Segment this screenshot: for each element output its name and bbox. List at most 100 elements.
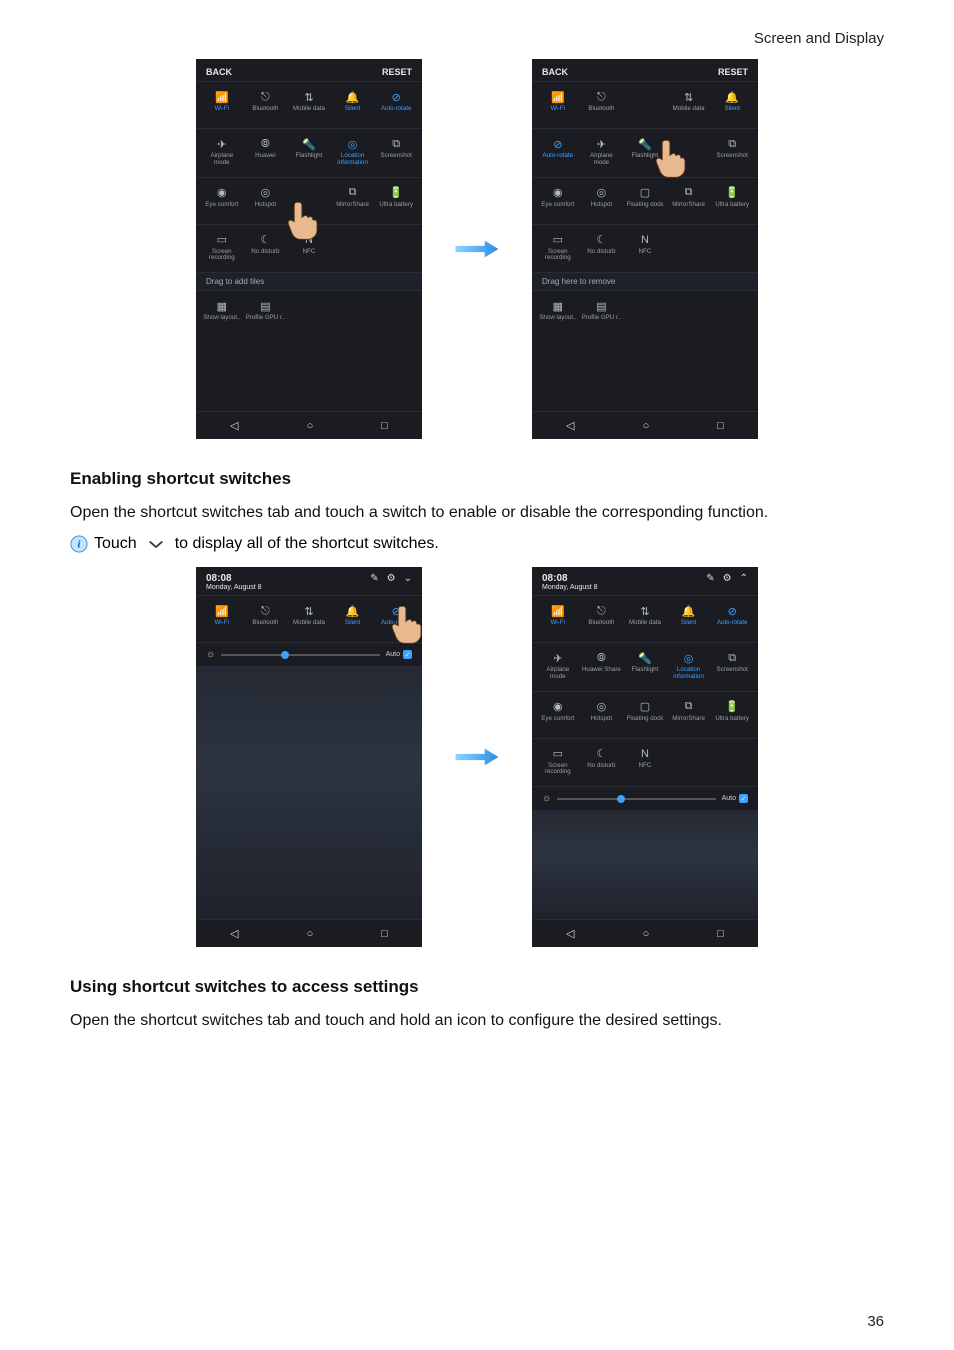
quick-tile[interactable]: [667, 133, 711, 173]
quick-tile[interactable]: ◎Location information: [667, 647, 711, 687]
quick-tile[interactable]: ◎Location information: [331, 133, 375, 173]
back-button[interactable]: BACK: [206, 67, 232, 77]
quick-tile[interactable]: ▢Floating dock: [623, 696, 667, 734]
quick-tile[interactable]: [667, 229, 711, 269]
quick-tile[interactable]: ▭Screen recording: [536, 743, 580, 783]
quick-tile[interactable]: [623, 86, 667, 124]
quick-tile[interactable]: ▤Profile GPU r..: [580, 295, 624, 333]
quick-tile[interactable]: [710, 229, 754, 269]
quick-tile[interactable]: NNFC: [623, 229, 667, 269]
quick-tile[interactable]: 🔔Silent: [331, 600, 375, 638]
quick-tile[interactable]: ⎋Bluetooth: [244, 600, 288, 638]
quick-tile[interactable]: ⧉Screenshot: [710, 133, 754, 173]
quick-tile[interactable]: ⇅Mobile data: [287, 86, 331, 124]
quick-tile[interactable]: ✈Airplane mode: [580, 133, 624, 173]
quick-tile[interactable]: ⧉Screenshot: [710, 647, 754, 687]
quick-tile[interactable]: ⦾Huawei: [244, 133, 288, 173]
tile-label: Bluetooth: [252, 620, 278, 627]
nav-home-icon[interactable]: ○: [307, 420, 314, 432]
nav-back-icon[interactable]: ◁: [230, 419, 238, 432]
quick-tile[interactable]: 📶Wi-Fi: [200, 86, 244, 124]
nav-back-icon[interactable]: ◁: [566, 419, 574, 432]
quick-tile[interactable]: ⦾Huawei Share: [580, 647, 624, 687]
quick-tile[interactable]: ⎋Bluetooth: [580, 86, 624, 124]
nav-home-icon[interactable]: ○: [643, 928, 650, 940]
quick-tile[interactable]: [374, 229, 418, 269]
quick-tile[interactable]: 📶Wi-Fi: [200, 600, 244, 638]
quick-tile[interactable]: 🔦Flashlight: [287, 133, 331, 173]
quick-tile[interactable]: ⧉MirrorShare: [667, 182, 711, 220]
quick-tile[interactable]: 📶Wi-Fi: [536, 86, 580, 124]
nav-recent-icon[interactable]: □: [717, 928, 724, 940]
quick-tile[interactable]: ▭Screen recording: [536, 229, 580, 269]
quick-tile[interactable]: 🔔Silent: [710, 86, 754, 124]
quick-tile[interactable]: [667, 743, 711, 783]
quick-tile[interactable]: NNFC: [623, 743, 667, 783]
quick-tile[interactable]: 🔔Silent: [667, 600, 711, 638]
quick-tile[interactable]: ✈Airplane mode: [536, 647, 580, 687]
quick-tile[interactable]: ⊘Auto-rotate: [710, 600, 754, 638]
quick-tile[interactable]: ✈Airplane mode: [200, 133, 244, 173]
nav-recent-icon[interactable]: □: [381, 928, 388, 940]
quick-tile[interactable]: NNFC: [287, 229, 331, 269]
quick-tile[interactable]: ▢Floating dock: [623, 182, 667, 220]
nav-back-icon[interactable]: ◁: [230, 927, 238, 940]
tile-label: Airplane mode: [538, 667, 578, 681]
quick-tile[interactable]: ◉Eye comfort: [200, 182, 244, 220]
quick-tile[interactable]: [710, 743, 754, 783]
quick-tile[interactable]: ◉Eye comfort: [536, 696, 580, 734]
quick-tile[interactable]: [287, 182, 331, 220]
tile-icon: [682, 747, 696, 761]
nav-recent-icon[interactable]: □: [717, 420, 724, 432]
quick-tile[interactable]: 📶Wi-Fi: [536, 600, 580, 638]
edit-icon[interactable]: ✎: [706, 573, 714, 584]
quick-tile[interactable]: ⎋Bluetooth: [244, 86, 288, 124]
quick-tile[interactable]: ⊘Auto-rotate: [536, 133, 580, 173]
nav-back-icon[interactable]: ◁: [566, 927, 574, 940]
brightness-slider[interactable]: ☼ Auto✓: [532, 786, 758, 810]
quick-tile[interactable]: [331, 229, 375, 269]
quick-tile[interactable]: ▦Show layout..: [536, 295, 580, 333]
back-button[interactable]: BACK: [542, 67, 568, 77]
chevron-up-icon[interactable]: ⌃: [740, 573, 748, 584]
settings-icon[interactable]: ⚙: [723, 573, 732, 584]
quick-tile[interactable]: ⇅Mobile data: [667, 86, 711, 124]
quick-tile[interactable]: ◉Eye comfort: [536, 182, 580, 220]
nav-recent-icon[interactable]: □: [381, 420, 388, 432]
quick-tile[interactable]: ⊘Auto-rotate: [374, 86, 418, 124]
quick-tile[interactable]: ⧉MirrorShare: [667, 696, 711, 734]
quick-tile[interactable]: ⊘Auto-rotate: [374, 600, 418, 638]
edit-icon[interactable]: ✎: [370, 573, 378, 584]
reset-button[interactable]: RESET: [382, 67, 412, 77]
quick-tile[interactable]: 🔦Flashlight: [623, 133, 667, 173]
settings-icon[interactable]: ⚙: [387, 573, 396, 584]
quick-tile[interactable]: ◎Hotspot: [580, 182, 624, 220]
quick-tile[interactable]: 🔋Ultra battery: [710, 182, 754, 220]
quick-tile[interactable]: ⧉MirrorShare: [331, 182, 375, 220]
nav-home-icon[interactable]: ○: [643, 420, 650, 432]
quick-tile[interactable]: 🔦Flashlight: [623, 647, 667, 687]
quick-tile[interactable]: 🔔Silent: [331, 86, 375, 124]
quick-tile[interactable]: 🔋Ultra battery: [710, 696, 754, 734]
quick-tile[interactable]: ⇅Mobile data: [623, 600, 667, 638]
quick-tile[interactable]: ▤Profile GPU r..: [244, 295, 288, 333]
quick-tile[interactable]: ◎Hotspot: [244, 182, 288, 220]
auto-checkbox[interactable]: ✓: [403, 650, 412, 659]
quick-tile[interactable]: ☾No disturb: [580, 743, 624, 783]
quick-tile[interactable]: ⇅Mobile data: [287, 600, 331, 638]
reset-button[interactable]: RESET: [718, 67, 748, 77]
chevron-down-icon[interactable]: ⌄: [404, 573, 412, 584]
quick-tile[interactable]: ◎Hotspot: [580, 696, 624, 734]
quick-tile[interactable]: ▦Show layout..: [200, 295, 244, 333]
nav-bar: ◁ ○ □: [196, 919, 422, 947]
quick-tile[interactable]: 🔋Ultra battery: [374, 182, 418, 220]
nav-home-icon[interactable]: ○: [307, 928, 314, 940]
quick-tile[interactable]: ☾No disturb: [580, 229, 624, 269]
quick-tile[interactable]: ⧉Screenshot: [374, 133, 418, 173]
quick-tile[interactable]: ☾No disturb: [244, 229, 288, 269]
quick-tile[interactable]: ▭Screen recording: [200, 229, 244, 269]
quick-tile[interactable]: ⎋Bluetooth: [580, 600, 624, 638]
brightness-slider[interactable]: ☼ Auto✓: [196, 642, 422, 666]
body-enabling: Open the shortcut switches tab and touch…: [70, 499, 884, 527]
auto-checkbox[interactable]: ✓: [739, 794, 748, 803]
